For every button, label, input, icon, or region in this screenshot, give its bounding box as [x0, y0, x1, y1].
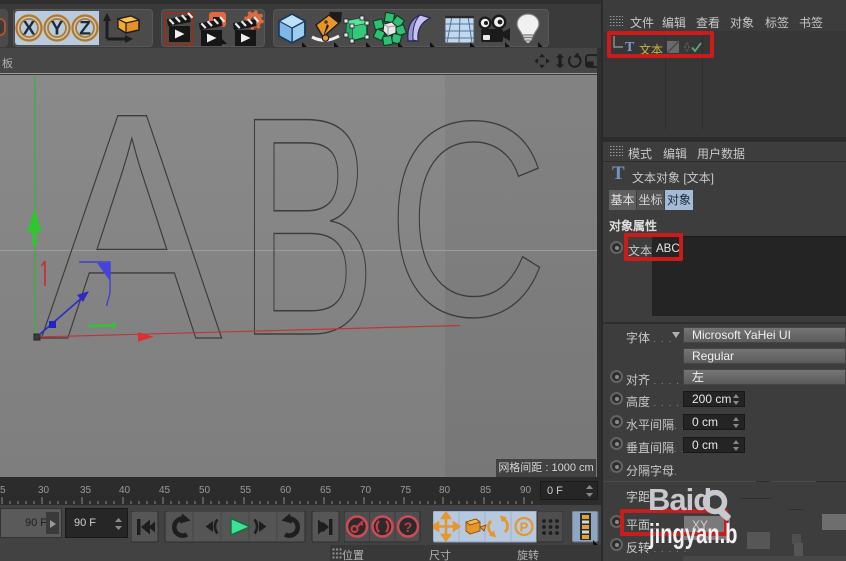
svg-text:C: C — [387, 75, 548, 375]
svg-text:P: P — [520, 520, 529, 535]
svg-text:X: X — [23, 19, 36, 40]
svg-text:Z: Z — [79, 19, 91, 40]
svg-text:A: A — [41, 75, 223, 407]
svg-text:?: ? — [404, 519, 413, 535]
svg-text:Y: Y — [51, 19, 64, 40]
svg-text:B: B — [237, 75, 377, 401]
